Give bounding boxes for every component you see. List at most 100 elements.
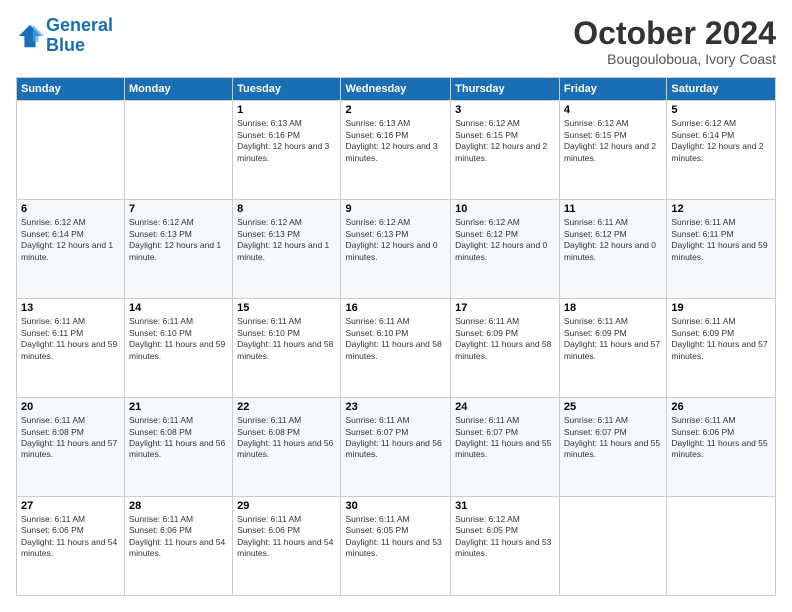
location: Bougouloboua, Ivory Coast [573, 51, 776, 67]
calendar-cell [125, 101, 233, 200]
day-number: 28 [129, 500, 228, 512]
day-info: Sunrise: 6:11 AMSunset: 6:06 PMDaylight:… [237, 514, 336, 560]
day-number: 23 [345, 401, 446, 413]
calendar-day-header: Thursday [451, 78, 560, 101]
logo-line2: Blue [46, 35, 85, 55]
calendar-cell: 20 Sunrise: 6:11 AMSunset: 6:08 PMDayligh… [17, 398, 125, 497]
day-info: Sunrise: 6:11 AMSunset: 6:07 PMDaylight:… [564, 415, 662, 461]
calendar-cell [17, 101, 125, 200]
day-number: 31 [455, 500, 555, 512]
calendar-cell: 9 Sunrise: 6:12 AMSunset: 6:13 PMDaylight… [341, 200, 451, 299]
day-number: 30 [345, 500, 446, 512]
calendar-cell: 8 Sunrise: 6:12 AMSunset: 6:13 PMDaylight… [233, 200, 341, 299]
day-info: Sunrise: 6:11 AMSunset: 6:09 PMDaylight:… [671, 316, 771, 362]
calendar-week-row: 13 Sunrise: 6:11 AMSunset: 6:11 PMDayligh… [17, 299, 776, 398]
calendar-day-header: Sunday [17, 78, 125, 101]
day-number: 15 [237, 302, 336, 314]
calendar-cell: 31 Sunrise: 6:12 AMSunset: 6:05 PMDayligh… [451, 497, 560, 596]
day-number: 3 [455, 104, 555, 116]
day-number: 11 [564, 203, 662, 215]
day-number: 20 [21, 401, 120, 413]
day-number: 24 [455, 401, 555, 413]
day-info: Sunrise: 6:11 AMSunset: 6:07 PMDaylight:… [345, 415, 446, 461]
title-section: October 2024 Bougouloboua, Ivory Coast [573, 16, 776, 67]
day-info: Sunrise: 6:11 AMSunset: 6:08 PMDaylight:… [237, 415, 336, 461]
day-info: Sunrise: 6:11 AMSunset: 6:11 PMDaylight:… [671, 217, 771, 263]
calendar-cell: 5Sunrise: 6:12 AMSunset: 6:14 PMDaylight… [667, 101, 776, 200]
day-number: 1 [237, 104, 336, 116]
calendar-cell: 24Sunrise: 6:11 AMSunset: 6:07 PMDayligh… [451, 398, 560, 497]
calendar-day-header: Tuesday [233, 78, 341, 101]
day-info: Sunrise: 6:11 AMSunset: 6:05 PMDaylight:… [345, 514, 446, 560]
day-number: 25 [564, 401, 662, 413]
day-number: 18 [564, 302, 662, 314]
day-number: 22 [237, 401, 336, 413]
header: General Blue October 2024 Bougouloboua, … [16, 16, 776, 67]
calendar-cell: 30 Sunrise: 6:11 AMSunset: 6:05 PMDayligh… [341, 497, 451, 596]
logo-line1: General [46, 15, 113, 35]
calendar-cell: 6Sunrise: 6:12 AMSunset: 6:14 PMDaylight… [17, 200, 125, 299]
calendar-cell: 12 Sunrise: 6:11 AMSunset: 6:11 PMDayligh… [667, 200, 776, 299]
day-number: 7 [129, 203, 228, 215]
page: General Blue October 2024 Bougouloboua, … [0, 0, 792, 612]
calendar-cell: 18 Sunrise: 6:11 AMSunset: 6:09 PMDayligh… [559, 299, 666, 398]
calendar-cell: 19Sunrise: 6:11 AMSunset: 6:09 PMDayligh… [667, 299, 776, 398]
calendar-week-row: 27Sunrise: 6:11 AMSunset: 6:06 PMDayligh… [17, 497, 776, 596]
calendar-cell: 2 Sunrise: 6:13 AMSunset: 6:16 PMDaylight… [341, 101, 451, 200]
day-info: Sunrise: 6:12 AMSunset: 6:12 PMDaylight:… [455, 217, 555, 263]
calendar-cell: 29 Sunrise: 6:11 AMSunset: 6:06 PMDayligh… [233, 497, 341, 596]
calendar-day-header: Saturday [667, 78, 776, 101]
day-number: 26 [671, 401, 771, 413]
day-number: 13 [21, 302, 120, 314]
calendar-cell: 25 Sunrise: 6:11 AMSunset: 6:07 PMDayligh… [559, 398, 666, 497]
day-info: Sunrise: 6:12 AMSunset: 6:14 PMDaylight:… [21, 217, 120, 263]
logo: General Blue [16, 16, 113, 56]
calendar-cell: 28Sunrise: 6:11 AMSunset: 6:06 PMDayligh… [125, 497, 233, 596]
day-number: 29 [237, 500, 336, 512]
day-number: 9 [345, 203, 446, 215]
calendar-day-header: Monday [125, 78, 233, 101]
day-info: Sunrise: 6:12 AMSunset: 6:15 PMDaylight:… [564, 118, 662, 164]
calendar-cell: 21Sunrise: 6:11 AMSunset: 6:08 PMDayligh… [125, 398, 233, 497]
calendar-cell: 14 Sunrise: 6:11 AMSunset: 6:10 PMDayligh… [125, 299, 233, 398]
calendar-cell: 27Sunrise: 6:11 AMSunset: 6:06 PMDayligh… [17, 497, 125, 596]
day-number: 8 [237, 203, 336, 215]
day-info: Sunrise: 6:11 AMSunset: 6:08 PMDaylight:… [129, 415, 228, 461]
calendar-week-row: 6Sunrise: 6:12 AMSunset: 6:14 PMDaylight… [17, 200, 776, 299]
day-info: Sunrise: 6:11 AMSunset: 6:09 PMDaylight:… [455, 316, 555, 362]
day-number: 12 [671, 203, 771, 215]
calendar-cell: 7 Sunrise: 6:12 AMSunset: 6:13 PMDaylight… [125, 200, 233, 299]
calendar-header-row: SundayMondayTuesdayWednesdayThursdayFrid… [17, 78, 776, 101]
day-info: Sunrise: 6:11 AMSunset: 6:10 PMDaylight:… [237, 316, 336, 362]
day-number: 17 [455, 302, 555, 314]
day-info: Sunrise: 6:11 AMSunset: 6:10 PMDaylight:… [129, 316, 228, 362]
calendar-cell: 17 Sunrise: 6:11 AMSunset: 6:09 PMDayligh… [451, 299, 560, 398]
day-number: 14 [129, 302, 228, 314]
day-info: Sunrise: 6:11 AMSunset: 6:12 PMDaylight:… [564, 217, 662, 263]
calendar-cell [667, 497, 776, 596]
calendar-cell: 16Sunrise: 6:11 AMSunset: 6:10 PMDayligh… [341, 299, 451, 398]
day-number: 5 [671, 104, 771, 116]
day-info: Sunrise: 6:12 AMSunset: 6:13 PMDaylight:… [237, 217, 336, 263]
logo-text: General Blue [46, 16, 113, 56]
day-number: 10 [455, 203, 555, 215]
calendar-cell: 4 Sunrise: 6:12 AMSunset: 6:15 PMDaylight… [559, 101, 666, 200]
day-number: 16 [345, 302, 446, 314]
day-info: Sunrise: 6:11 AMSunset: 6:09 PMDaylight:… [564, 316, 662, 362]
day-info: Sunrise: 6:12 AMSunset: 6:13 PMDaylight:… [129, 217, 228, 263]
day-info: Sunrise: 6:12 AMSunset: 6:13 PMDaylight:… [345, 217, 446, 263]
calendar-cell [559, 497, 666, 596]
calendar-cell: 15 Sunrise: 6:11 AMSunset: 6:10 PMDayligh… [233, 299, 341, 398]
calendar-cell: 10 Sunrise: 6:12 AMSunset: 6:12 PMDayligh… [451, 200, 560, 299]
day-info: Sunrise: 6:13 AMSunset: 6:16 PMDaylight:… [345, 118, 446, 164]
day-number: 2 [345, 104, 446, 116]
logo-icon [16, 22, 44, 50]
calendar-cell: 1Sunrise: 6:13 AMSunset: 6:16 PMDaylight… [233, 101, 341, 200]
day-number: 4 [564, 104, 662, 116]
day-info: Sunrise: 6:11 AMSunset: 6:08 PMDaylight:… [21, 415, 120, 461]
day-info: Sunrise: 6:11 AMSunset: 6:11 PMDaylight:… [21, 316, 120, 362]
calendar-cell: 11 Sunrise: 6:11 AMSunset: 6:12 PMDayligh… [559, 200, 666, 299]
day-info: Sunrise: 6:12 AMSunset: 6:05 PMDaylight:… [455, 514, 555, 560]
calendar-week-row: 20 Sunrise: 6:11 AMSunset: 6:08 PMDayligh… [17, 398, 776, 497]
calendar-cell: 22 Sunrise: 6:11 AMSunset: 6:08 PMDayligh… [233, 398, 341, 497]
